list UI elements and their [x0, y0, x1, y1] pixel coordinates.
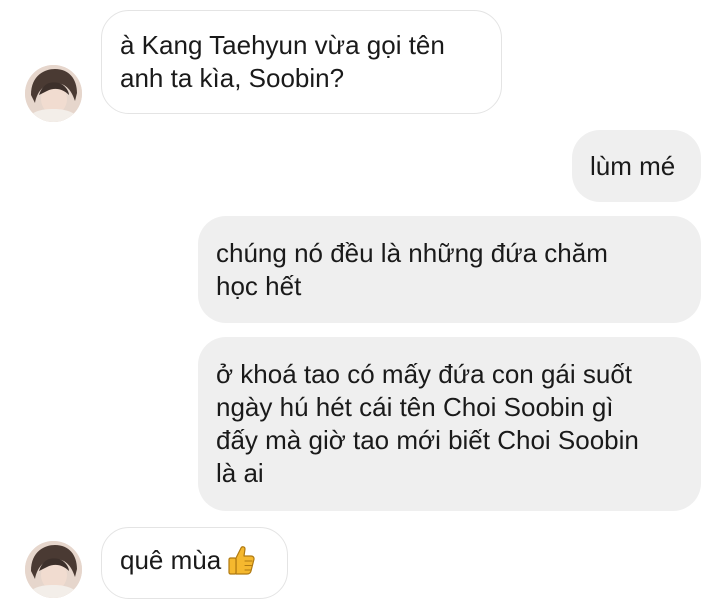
- message-text-line: anh ta kìa, Soobin?: [120, 63, 345, 93]
- contact-avatar[interactable]: [25, 65, 82, 122]
- avatar-photo-icon: [25, 65, 82, 122]
- avatar-photo-icon: [25, 541, 82, 598]
- incoming-message-bubble[interactable]: quê mùa: [101, 527, 288, 599]
- message-text-line: lùm mé: [590, 150, 676, 181]
- message-text-line: chúng nó đều là những đứa chăm: [216, 237, 608, 268]
- outgoing-message-bubble[interactable]: chúng nó đều là những đứa chăm học hết: [198, 216, 701, 323]
- thumbs-up-icon: [227, 545, 255, 583]
- message-text-line: học hết: [216, 270, 302, 301]
- message-text: quê mùa: [120, 544, 222, 575]
- contact-avatar[interactable]: [25, 541, 82, 598]
- incoming-message-bubble[interactable]: à Kang Taehyun vừa gọi tên anh ta kìa, S…: [101, 10, 502, 114]
- message-text-line: à Kang Taehyun vừa gọi tên: [120, 30, 445, 60]
- message-text-line: ngày hú hét cái tên Choi Soobin gì: [216, 392, 614, 422]
- message-text-line: ở khoá tao có mấy đứa con gái suốt: [216, 359, 633, 389]
- message-text-line: là ai: [216, 458, 264, 488]
- message-text-line: đấy mà giờ tao mới biết Choi Soobin: [216, 425, 639, 455]
- outgoing-message-bubble[interactable]: ở khoá tao có mấy đứa con gái suốt ngày …: [198, 337, 701, 511]
- outgoing-message-bubble[interactable]: lùm mé: [572, 130, 701, 202]
